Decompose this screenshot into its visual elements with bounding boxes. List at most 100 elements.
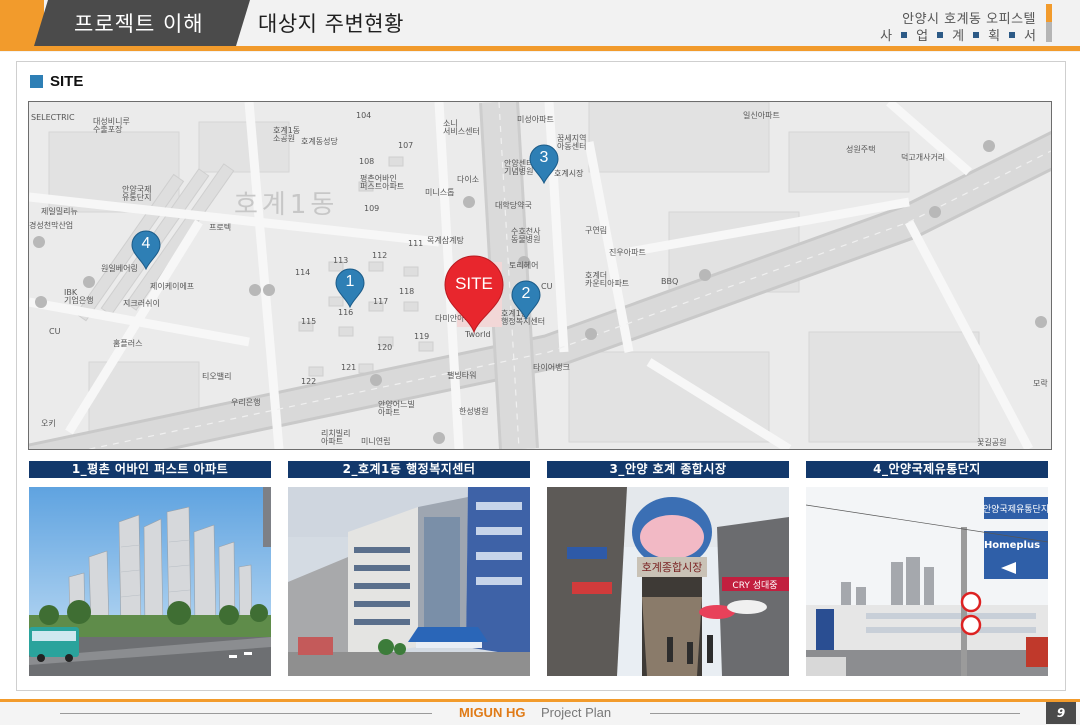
map-label: 109	[364, 204, 380, 213]
apartment-complex-photo	[29, 487, 271, 676]
header-gray-bar	[1046, 22, 1052, 42]
map-label: 호계1동 소공원	[273, 126, 301, 143]
map-pin-number: 3	[539, 149, 549, 166]
map-label: 티오밸리	[202, 372, 232, 381]
map-label: 호계동성당	[301, 137, 338, 146]
subtitle-char: 계	[952, 29, 965, 44]
traditional-market-entrance-photo: 호계종합시장 CRY 성대중	[547, 487, 789, 676]
homeplus-sign-text: Homeplus	[984, 540, 1040, 551]
map-label: 안양국제 유통단지	[122, 185, 152, 202]
map-pin-4[interactable]: 4	[131, 230, 161, 270]
map-label: 104	[356, 111, 372, 120]
page-title: 대상지 주변현황	[258, 12, 404, 36]
market-sign-text: 호계종합시장	[642, 561, 703, 574]
map-label: 성원주택	[846, 145, 876, 154]
map-label: CU	[541, 282, 553, 291]
photo-welfare-center	[288, 487, 530, 676]
map-label: 구연림	[585, 226, 608, 235]
map-label: 소니 서비스센터	[443, 119, 480, 136]
map-label: 114	[295, 268, 311, 277]
photo-apartment	[29, 487, 271, 676]
map-label: 경성천막산업	[29, 221, 74, 230]
site-pin-icon	[444, 255, 504, 334]
road-sign-text: 안양국제유통단지	[983, 504, 1048, 515]
subtitle-char: 업	[916, 29, 929, 44]
map-label: 115	[301, 317, 317, 326]
map-label: BBQ	[661, 277, 679, 286]
header-orange-rule	[0, 46, 1080, 51]
map-label: 120	[377, 343, 393, 352]
photo-market: 호계종합시장 CRY 성대중	[547, 487, 789, 676]
map-label: 꽃길공원	[977, 438, 1007, 447]
map-label: 진우아파트	[609, 248, 646, 257]
subtitle-char: 사	[880, 29, 893, 44]
map-label: 프로텍	[209, 223, 232, 232]
page-number: 9	[1046, 702, 1076, 724]
map-label: 꿈세지역 아동센터	[557, 134, 587, 151]
map-label: 122	[301, 377, 317, 386]
map-label: 112	[372, 251, 388, 260]
map-label: 평촌어바인 퍼스트아파트	[360, 174, 405, 191]
map-pin-number: 2	[521, 285, 531, 302]
header-accent-bar	[1046, 4, 1052, 22]
photo-distribution-complex: 안양국제유통단지 Homeplus	[806, 487, 1048, 676]
market-banner-text: CRY 성대중	[732, 580, 777, 591]
map-label: 목계삼계탕	[427, 236, 464, 245]
map-label: 팰빙타워	[447, 371, 477, 380]
map-label: 116	[338, 308, 354, 317]
square-dot-icon	[937, 31, 944, 38]
map-label: 토리헤어	[509, 261, 539, 270]
footer-band	[0, 699, 1080, 725]
map-label: CU	[49, 327, 61, 336]
footer-brand: MIGUN HG	[459, 705, 526, 720]
map-label: 117	[373, 297, 389, 306]
map-label: 제일밀리뉴	[41, 207, 78, 216]
site-marker[interactable]: SITE	[443, 254, 505, 334]
map-label: 대성비니루 수출포장	[93, 117, 130, 134]
administrative-welfare-center-photo	[288, 487, 530, 676]
card-title-3: 3_안양 호계 종합시장	[547, 461, 789, 478]
map-label: 미성아파트	[517, 115, 554, 124]
site-marker-label: SITE	[455, 274, 493, 293]
map-pin-3[interactable]: 3	[529, 144, 559, 184]
map-label: 108	[359, 157, 375, 166]
map-label: 다이소	[457, 175, 480, 184]
map-label: 홈플러스	[113, 339, 143, 348]
site-heading: SITE	[30, 73, 83, 90]
map-label: 107	[398, 141, 414, 150]
card-title-1: 1_평촌 어바인 퍼스트 아파트	[29, 461, 271, 478]
map-label: 제이케이에프	[150, 282, 195, 291]
map-label: 덕고개사거리	[901, 153, 946, 162]
map-label: 지크러쉬이	[123, 299, 160, 308]
card-title-4: 4_안양국제유통단지	[806, 461, 1048, 478]
subtitle-char: 서	[1024, 29, 1036, 44]
site-heading-text: SITE	[50, 73, 84, 90]
map-label: 모락	[1033, 379, 1048, 388]
site-location-map: 호계1동 SELECTRIC 대성비니루 수출포장 호계1동 소공원 호계동성당…	[28, 101, 1052, 450]
subtitle-char: 획	[988, 29, 1001, 44]
map-label: 119	[414, 332, 430, 341]
map-label: SELECTRIC	[31, 113, 75, 122]
project-subtitle: 사 업 계 획 서	[880, 25, 1036, 44]
map-label: 미니연립	[361, 437, 391, 446]
map-pin-number: 1	[345, 273, 355, 290]
map-label: 113	[333, 256, 349, 265]
square-dot-icon	[1009, 31, 1016, 38]
footer-rule-left	[60, 713, 432, 714]
footer-document-title: Project Plan	[541, 705, 612, 720]
map-label: IBK 기업은행	[64, 288, 94, 305]
map-label: 121	[341, 363, 357, 372]
map-label: 118	[399, 287, 415, 296]
map-label: 리치빌리 아파트	[321, 429, 351, 446]
distribution-complex-street-photo: 안양국제유통단지 Homeplus	[806, 487, 1048, 676]
footer-rule-right	[650, 713, 1020, 714]
map-label: 안양어느빌 아파트	[378, 400, 415, 417]
map-label: 호계더 카운티아파트	[585, 271, 630, 288]
map-pin-2[interactable]: 2	[511, 280, 541, 320]
map-pin-number: 4	[141, 235, 151, 252]
map-label: 대학당약국	[495, 201, 532, 210]
map-label: 111	[408, 239, 424, 248]
map-pin-1[interactable]: 1	[335, 268, 365, 308]
card-title-2: 2_호계1동 행정복지센터	[288, 461, 530, 478]
map-label: 수호천사 동물병원	[511, 227, 541, 244]
